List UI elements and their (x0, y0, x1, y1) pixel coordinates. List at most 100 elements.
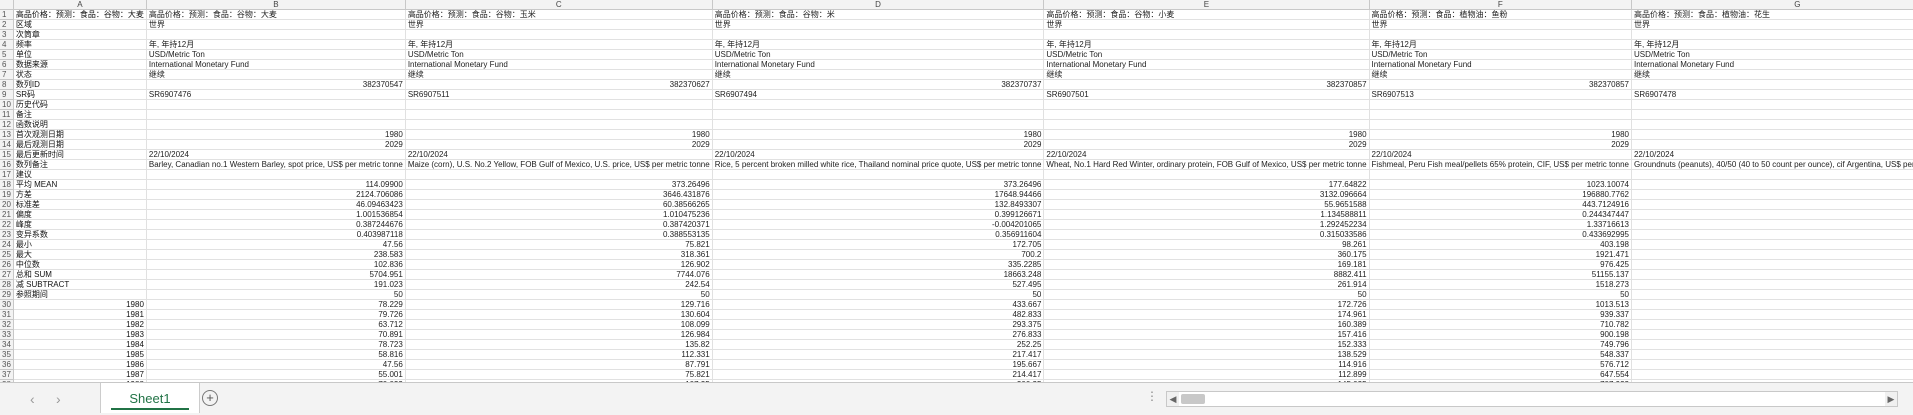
row-header[interactable]: 1 (0, 9, 14, 20)
row-label-cell[interactable]: 标准差 (13, 199, 147, 210)
column-header[interactable]: C (405, 0, 713, 10)
table-cell[interactable]: 0.356911604 (712, 229, 1045, 240)
row-label-cell[interactable]: 1986 (13, 359, 147, 370)
table-cell[interactable]: 2029 (146, 139, 406, 150)
table-cell[interactable]: 152.333 (1043, 339, 1370, 350)
table-cell[interactable]: 0.598147136 (1631, 209, 1913, 220)
table-cell[interactable]: 276.833 (712, 329, 1045, 340)
table-cell[interactable]: 98.261 (1043, 239, 1370, 250)
table-cell[interactable]: 78.229 (146, 299, 406, 310)
table-cell[interactable] (712, 29, 1045, 40)
row-label-cell[interactable]: 次筒章 (13, 29, 147, 40)
table-cell[interactable]: 548.337 (1369, 349, 1632, 360)
table-cell[interactable] (405, 99, 713, 110)
table-cell[interactable] (1631, 169, 1913, 180)
table-cell[interactable]: 1980 (405, 129, 713, 140)
row-header[interactable]: 29 (0, 289, 14, 300)
table-cell[interactable]: 7744.076 (405, 269, 713, 280)
table-cell[interactable]: 0.387244676 (146, 219, 406, 230)
table-cell[interactable]: 576.712 (1369, 359, 1632, 370)
row-label-cell[interactable]: 1980 (13, 299, 147, 310)
table-cell[interactable]: 继续 (405, 69, 713, 80)
row-label-cell[interactable]: 数据来源 (13, 59, 147, 70)
table-cell[interactable]: 高品价格：预测：食品：谷物：米 (712, 9, 1045, 20)
row-header[interactable]: 2 (0, 19, 14, 30)
table-cell[interactable]: Groundnuts (peanuts), 40/50 (40 to 50 co… (1631, 159, 1913, 170)
table-cell[interactable]: 689.2502145 (1631, 199, 1913, 210)
row-header[interactable]: 30 (0, 299, 14, 310)
table-cell[interactable]: 126.902 (405, 259, 713, 270)
column-header[interactable]: F (1369, 0, 1632, 10)
table-cell[interactable]: 继续 (712, 69, 1045, 80)
row-header[interactable]: 36 (0, 359, 14, 370)
table-cell[interactable]: 1079.0898 (1631, 259, 1913, 270)
row-label-cell[interactable]: 历史代码 (13, 99, 147, 110)
table-cell[interactable]: 130.604 (405, 309, 713, 320)
table-cell[interactable]: International Monetary Fund (1631, 59, 1913, 70)
table-cell[interactable]: 191.023 (146, 279, 406, 290)
table-cell[interactable] (1369, 119, 1632, 130)
table-cell[interactable]: Wheat, No.1 Hard Red Winter, ordinary pr… (1043, 159, 1370, 170)
table-cell[interactable]: 2003.342 (1631, 279, 1913, 290)
table-cell[interactable] (405, 29, 713, 40)
table-cell[interactable]: 0.433692995 (1369, 229, 1632, 240)
table-cell[interactable]: 0.388553135 (405, 229, 713, 240)
table-cell[interactable]: 135.82 (405, 339, 713, 350)
table-cell[interactable]: 749.796 (1369, 339, 1632, 350)
table-cell[interactable]: 360.175 (1043, 249, 1370, 260)
table-cell[interactable]: 0.387420371 (405, 219, 713, 230)
row-header[interactable]: 11 (0, 109, 14, 120)
table-cell[interactable]: 242.54 (405, 279, 713, 290)
table-cell[interactable]: 世界 (712, 19, 1045, 30)
select-all-corner[interactable] (0, 0, 14, 10)
row-label-cell[interactable]: 备注 (13, 109, 147, 120)
table-cell[interactable]: 157.416 (1043, 329, 1370, 340)
table-cell[interactable]: 63.712 (146, 319, 406, 330)
row-header[interactable]: 17 (0, 169, 14, 180)
table-cell[interactable]: 647.554 (1369, 369, 1632, 380)
table-cell[interactable]: 55.9651588 (1043, 199, 1370, 210)
column-header[interactable]: E (1043, 0, 1370, 10)
table-cell[interactable]: 世界 (1043, 19, 1370, 30)
table-cell[interactable] (712, 99, 1045, 110)
row-label-cell[interactable]: 最后观测日期 (13, 139, 147, 150)
row-label-cell[interactable]: 中位数 (13, 259, 147, 270)
row-header[interactable]: 3 (0, 29, 14, 40)
table-cell[interactable]: 933.271 (1631, 319, 1913, 330)
table-cell[interactable]: 252.25 (712, 339, 1045, 350)
next-sheet-icon[interactable]: › (56, 391, 61, 407)
spreadsheet-grid-area[interactable]: ABCDEFG 1 高品价格：预测：食品：谷物：大麦 高品价格：预测：食品：谷物：大… (0, 0, 1913, 382)
table-cell[interactable]: 继续 (1043, 69, 1370, 80)
table-cell[interactable]: 482.833 (712, 309, 1045, 320)
table-cell[interactable]: 17648.94466 (712, 189, 1045, 200)
table-cell[interactable]: 0.315033586 (1043, 229, 1370, 240)
row-label-cell[interactable]: 建议 (13, 169, 147, 180)
table-cell[interactable]: 214.417 (712, 369, 1045, 380)
table-cell[interactable]: International Monetary Fund (146, 59, 406, 70)
table-cell[interactable]: 114.09900 (146, 179, 406, 190)
table-cell[interactable] (1369, 29, 1632, 40)
row-header[interactable]: 14 (0, 139, 14, 150)
table-cell[interactable]: USD/Metric Ton (712, 49, 1045, 60)
table-cell[interactable]: 1980 (1043, 129, 1370, 140)
table-cell[interactable]: International Monetary Fund (1369, 59, 1632, 70)
row-label-cell[interactable]: 1984 (13, 339, 147, 350)
table-cell[interactable]: 2029 (1043, 139, 1370, 150)
table-cell[interactable]: 238.583 (146, 249, 406, 260)
row-header[interactable]: 26 (0, 259, 14, 270)
table-cell[interactable]: 318.361 (405, 249, 713, 260)
table-cell[interactable]: 172.726 (1043, 299, 1370, 310)
table-cell[interactable]: 1.010475236 (405, 209, 713, 220)
table-cell[interactable]: 177.64822 (1043, 179, 1370, 190)
table-cell[interactable]: 858.708 (1631, 359, 1913, 370)
table-cell[interactable]: 47.56 (146, 359, 406, 370)
row-label-cell[interactable]: 1981 (13, 309, 147, 320)
table-cell[interactable]: 继续 (1369, 69, 1632, 80)
table-cell[interactable]: 0.487600191 (1631, 229, 1913, 240)
table-cell[interactable]: 50 (712, 289, 1045, 300)
table-cell[interactable]: 506.461 (1631, 369, 1913, 380)
table-cell[interactable] (1631, 29, 1913, 40)
table-cell[interactable]: 50 (146, 289, 406, 300)
row-header[interactable]: 16 (0, 159, 14, 170)
table-cell[interactable]: 700.2 (712, 249, 1045, 260)
